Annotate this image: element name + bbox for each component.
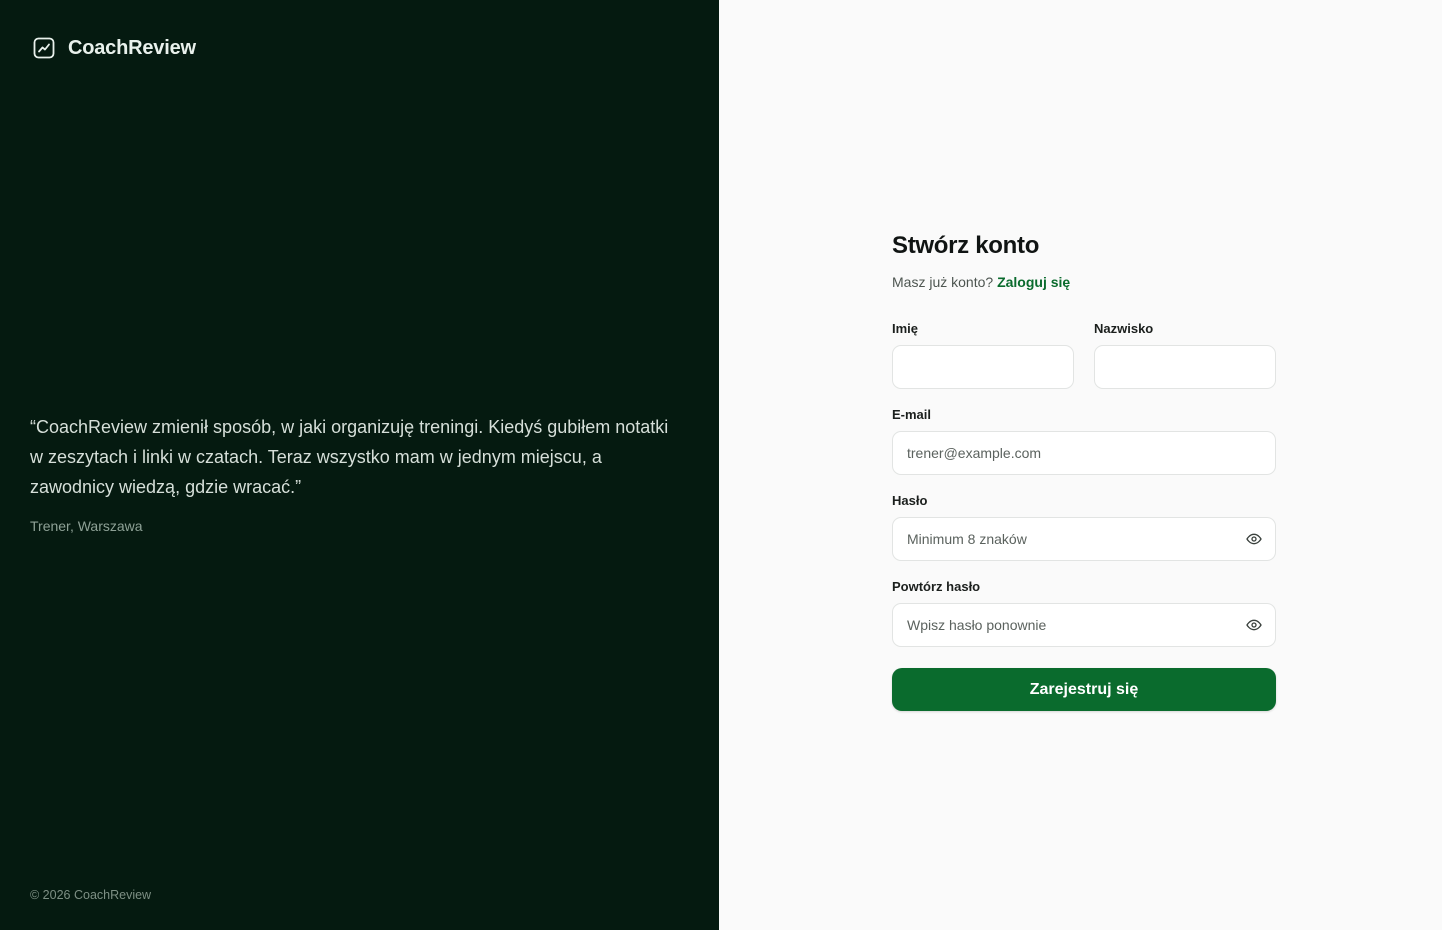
- password-label: Hasło: [892, 493, 928, 508]
- last-name-label: Nazwisko: [1094, 321, 1154, 336]
- email-field: E-mail: [892, 407, 1276, 475]
- last-name-input[interactable]: [1095, 346, 1275, 388]
- have-account-text: Masz już konto?: [892, 274, 994, 290]
- form-title: Stwórz konto: [892, 232, 1040, 259]
- first-name-input-box: [892, 345, 1074, 389]
- form-panel: Stwórz konto Masz już konto? Zaloguj się…: [719, 0, 1442, 930]
- name-row: Imię Nazwisko: [892, 321, 1276, 389]
- last-name-input-box: [1094, 345, 1276, 389]
- last-name-field: Nazwisko: [1094, 321, 1276, 389]
- first-name-label: Imię: [892, 321, 919, 336]
- password-field: Hasło: [892, 493, 1276, 561]
- confirm-password-label: Powtórz hasło: [892, 579, 981, 594]
- email-input[interactable]: [893, 432, 1275, 474]
- password-input-box: [892, 517, 1276, 561]
- eye-icon[interactable]: [1243, 614, 1265, 636]
- password-input[interactable]: [893, 518, 1275, 560]
- testimonial-author: Trener, Warszawa: [30, 518, 143, 534]
- first-name-input[interactable]: [893, 346, 1073, 388]
- email-label: E-mail: [892, 407, 932, 422]
- register-button[interactable]: Zarejestruj się: [892, 668, 1276, 711]
- brand-panel: CoachReview “CoachReview zmienił sposób,…: [0, 0, 719, 930]
- email-input-box: [892, 431, 1276, 475]
- copyright: © 2026 CoachReview: [30, 888, 152, 902]
- first-name-field: Imię: [892, 321, 1074, 389]
- signup-form: Stwórz konto Masz już konto? Zaloguj się…: [892, 230, 1276, 711]
- confirm-password-field: Powtórz hasło: [892, 579, 1276, 647]
- trending-chart-icon: [33, 37, 55, 59]
- confirm-password-input[interactable]: [893, 604, 1275, 646]
- testimonial-quote: “CoachReview zmienił sposób, w jaki orga…: [30, 417, 669, 497]
- confirm-password-input-box: [892, 603, 1276, 647]
- brand-name: CoachReview: [68, 36, 196, 59]
- login-prompt: Masz już konto? Zaloguj się: [892, 273, 1276, 291]
- brand[interactable]: CoachReview: [32, 36, 196, 60]
- login-link[interactable]: Zaloguj się: [997, 274, 1070, 290]
- testimonial: “CoachReview zmienił sposób, w jaki orga…: [30, 412, 670, 534]
- eye-icon[interactable]: [1243, 528, 1265, 550]
